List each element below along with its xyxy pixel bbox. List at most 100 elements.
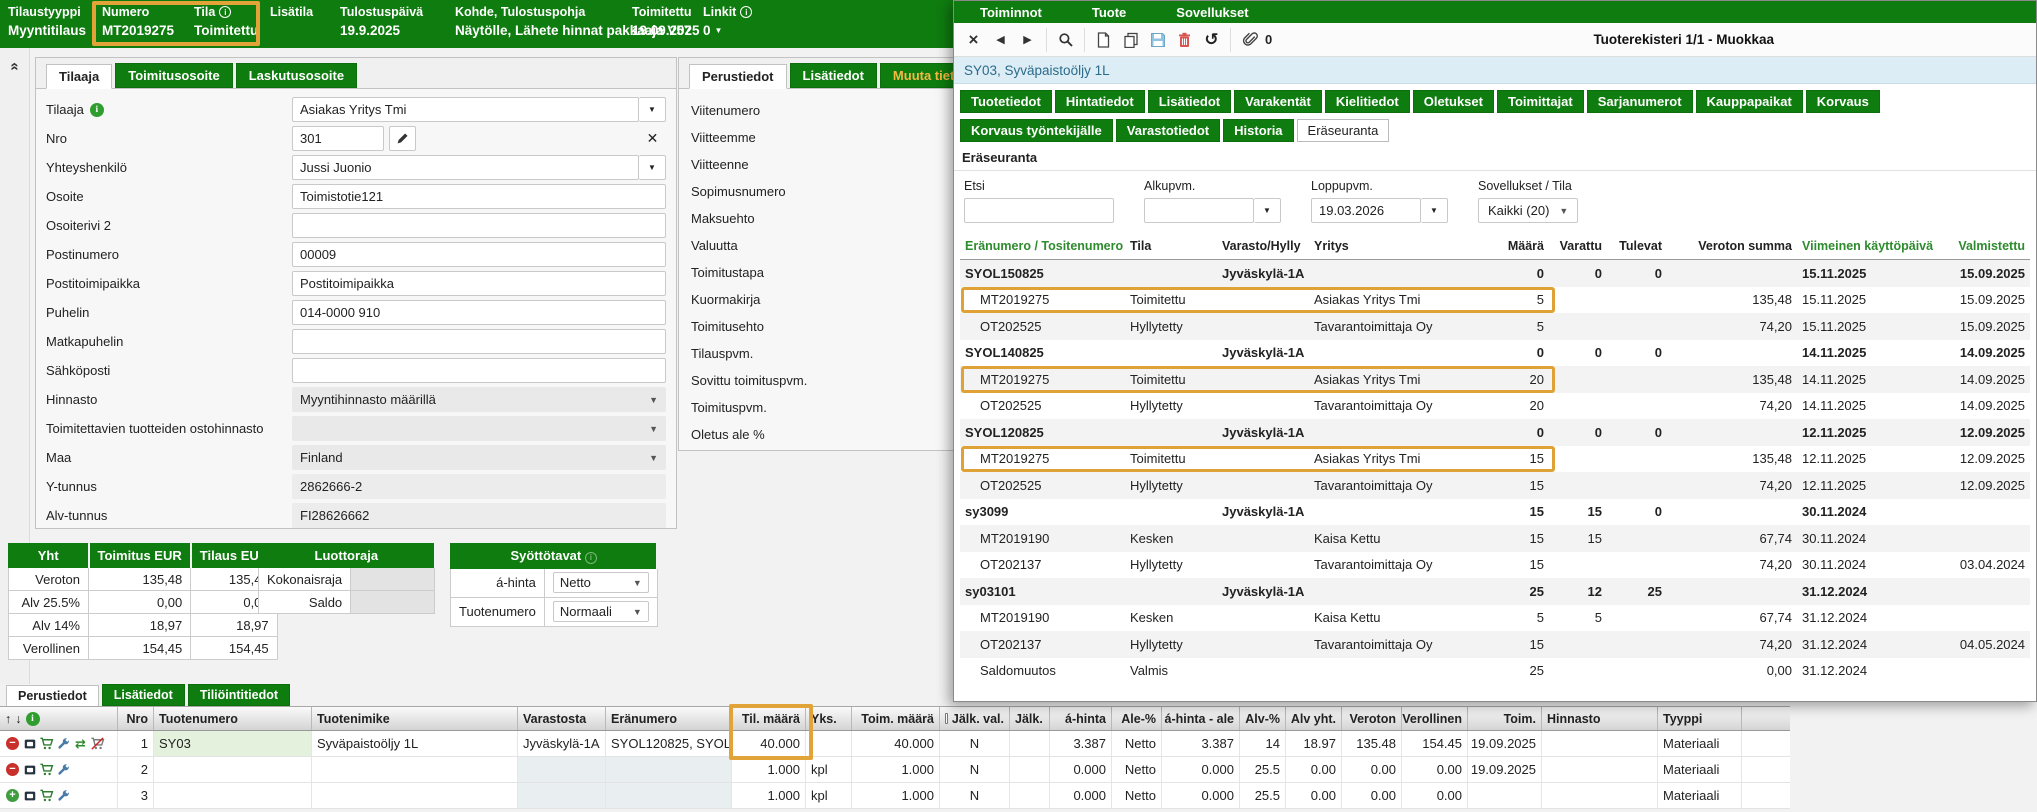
order-line-row[interactable]: +31.000kpl1.000N0.000Netto0.00025.50.000…	[0, 783, 1790, 809]
undo-icon[interactable]: ↺	[1198, 27, 1225, 53]
wrench-icon[interactable]	[56, 788, 71, 803]
era-row[interactable]: MT2019190KeskenKaisa Kettu151567,7430.11…	[960, 525, 2030, 552]
era-row[interactable]: SaldomuutosValmis250,0031.12.2024	[960, 658, 2030, 685]
product-info-bar[interactable]: SY03, Syväpaistoöljy 1L	[954, 57, 2036, 84]
minus-circle-icon[interactable]: −	[5, 762, 20, 777]
lines-column-header-yks[interactable]: Yks.	[806, 707, 852, 730]
tab-er-seuranta[interactable]: Eräseuranta	[1297, 119, 1390, 142]
tab-oletukset[interactable]: Oletukset	[1413, 90, 1494, 113]
yhteyshenkilo-combobox[interactable]: Jussi Juonio	[292, 155, 639, 180]
lines-column-header-tyyppi[interactable]: Tyyppi	[1658, 707, 1742, 730]
lines-column-header-a_hinta[interactable]: á-hinta	[1050, 707, 1112, 730]
lines-column-header-verollinen[interactable]: Verollinen	[1402, 707, 1468, 730]
lines-column-header-tuotenumero[interactable]: Tuotenumero	[154, 707, 312, 730]
save-icon[interactable]	[1144, 27, 1171, 53]
tab-laskutusosoite[interactable]: Laskutusosoite	[236, 63, 357, 88]
order-line-row[interactable]: −21.000kpl1.000N0.000Netto0.00025.50.000…	[0, 757, 1790, 783]
select-all-checkbox[interactable]	[945, 713, 948, 724]
tab-tuotetiedot[interactable]: Tuotetiedot	[960, 90, 1052, 113]
nav-back-icon[interactable]: ◀	[987, 27, 1014, 53]
chevron-down-icon[interactable]: ▼	[1421, 198, 1448, 223]
start-date-input[interactable]	[1144, 198, 1254, 223]
era-row[interactable]: SYOL140825Jyväskylä-1A00014.11.202514.09…	[960, 340, 2030, 367]
no-delivery-icon[interactable]	[90, 736, 105, 751]
chevron-down-icon[interactable]: ▼	[1254, 198, 1281, 223]
info-icon[interactable]: i	[90, 103, 104, 117]
era-column-header[interactable]: Eränumero / Tositenumero	[960, 239, 1125, 253]
lines-column-header-alv[interactable]: Alv-%	[1240, 707, 1286, 730]
lines-column-header-icons[interactable]: ↑↓i	[0, 707, 118, 730]
tab-tilaaja[interactable]: Tilaaja	[46, 64, 112, 89]
lines-column-header-hinnasto[interactable]: Hinnasto	[1542, 707, 1658, 730]
nro-input[interactable]: 301	[292, 126, 384, 151]
tab-varakent-t[interactable]: Varakentät	[1234, 90, 1322, 113]
cart-icon[interactable]	[39, 788, 54, 803]
a-hinta-select[interactable]: Netto ▼	[553, 572, 649, 593]
era-row[interactable]: OT202525HyllytettyTavarantoimittaja Oy57…	[960, 313, 2030, 340]
sort-up-icon[interactable]: ↑	[5, 712, 11, 726]
lines-column-header-til_maara[interactable]: Til. määrä	[732, 707, 806, 730]
chevron-down-icon[interactable]: ▼	[639, 155, 666, 180]
product-box-icon[interactable]	[22, 788, 37, 803]
lines-column-header-ale[interactable]: Ale-%	[1112, 707, 1162, 730]
tilaaja-combobox[interactable]: Asiakas Yritys Tmi	[292, 97, 639, 122]
era-row[interactable]: OT202525HyllytettyTavarantoimittaja Oy15…	[960, 472, 2030, 499]
tab-kielitiedot[interactable]: Kielitiedot	[1325, 90, 1410, 113]
tab-toimitusosoite[interactable]: Toimitusosoite	[115, 63, 232, 88]
lines-column-header-toim_maara[interactable]: Toim. määrä	[852, 707, 940, 730]
tab-lisatiedot[interactable]: Lisätiedot	[790, 63, 877, 88]
osoiterivi2-input[interactable]	[292, 213, 666, 238]
info-icon[interactable]: i	[219, 6, 231, 18]
postitoimipaikka-input[interactable]: Postitoimipaikka	[292, 271, 666, 296]
matkapuhelin-input[interactable]	[292, 329, 666, 354]
puhelin-input[interactable]: 014-0000 910	[292, 300, 666, 325]
clear-icon[interactable]: ✕	[639, 126, 666, 151]
tuotenumero-select[interactable]: Normaali ▼	[553, 601, 649, 622]
tab-hintatiedot[interactable]: Hintatiedot	[1055, 90, 1145, 113]
osoite-input[interactable]: Toimistotie121	[292, 184, 666, 209]
era-column-header[interactable]: Viimeinen käyttöpäivä	[1797, 239, 1937, 253]
close-icon[interactable]: ×	[960, 27, 987, 53]
lines-column-header-nro[interactable]: Nro	[118, 707, 154, 730]
era-row[interactable]: SYOL120825Jyväskylä-1A00012.11.202512.09…	[960, 419, 2030, 446]
postinumero-input[interactable]: 00009	[292, 242, 666, 267]
lines-column-header-tuotenimike[interactable]: Tuotenimike	[312, 707, 518, 730]
lines-column-header-toim[interactable]: Toim.	[1468, 707, 1542, 730]
tab-korvaus[interactable]: Korvaus	[1806, 90, 1880, 113]
era-row[interactable]: SYOL150825Jyväskylä-1A00015.11.202515.09…	[960, 260, 2030, 287]
tab-lines-tiliointitiedot[interactable]: Tiliöintitiedot	[188, 684, 290, 706]
tab-varastotiedot[interactable]: Varastotiedot	[1116, 119, 1220, 142]
tab-lis-tiedot[interactable]: Lisätiedot	[1148, 90, 1231, 113]
lines-column-header-varastosta[interactable]: Varastosta	[518, 707, 606, 730]
copy-icon[interactable]	[1117, 27, 1144, 53]
era-row[interactable]: MT2019275ToimitettuAsiakas Yritys Tmi513…	[960, 287, 2030, 314]
tab-sarjanumerot[interactable]: Sarjanumerot	[1587, 90, 1693, 113]
hinnasto-select[interactable]: Myyntihinnasto määrillä ▼	[292, 387, 666, 412]
minus-circle-icon[interactable]: −	[5, 736, 20, 751]
search-icon[interactable]	[1052, 27, 1079, 53]
paperclip-icon[interactable]	[1236, 27, 1263, 53]
era-row[interactable]: MT2019190KeskenKaisa Kettu5567,7431.12.2…	[960, 605, 2030, 632]
ostohinnasto-select[interactable]: ▼	[292, 416, 666, 441]
cart-icon[interactable]	[39, 762, 54, 777]
delete-icon[interactable]	[1171, 27, 1198, 53]
plus-circle-icon[interactable]: +	[5, 788, 20, 803]
lines-column-header-alv_yht[interactable]: Alv yht.	[1286, 707, 1342, 730]
end-date-input[interactable]: 19.03.2026	[1311, 198, 1421, 223]
product-box-icon[interactable]	[22, 762, 37, 777]
tab-korvaus-ty-ntekij-lle[interactable]: Korvaus työntekijälle	[960, 119, 1113, 142]
lines-column-header-eranumero[interactable]: Eränumero	[606, 707, 732, 730]
status-filter-select[interactable]: Kaikki (20) ▼	[1478, 198, 1578, 223]
era-column-header[interactable]: Valmistettu	[1937, 239, 2030, 253]
lines-column-header-jalk_val[interactable]: Jälk. val.	[940, 707, 1010, 730]
lines-column-header-veroton[interactable]: Veroton	[1342, 707, 1402, 730]
cart-icon[interactable]	[39, 736, 54, 751]
lines-column-header-jalk[interactable]: Jälk.	[1010, 707, 1050, 730]
lines-column-header-a_hinta_ale[interactable]: á-hinta - ale	[1162, 707, 1240, 730]
tab-historia[interactable]: Historia	[1223, 119, 1293, 142]
era-row[interactable]: MT2019275ToimitettuAsiakas Yritys Tmi201…	[960, 366, 2030, 393]
sort-down-icon[interactable]: ↓	[15, 712, 21, 726]
menu-tuote[interactable]: Tuote	[1092, 5, 1126, 20]
era-row[interactable]: OT202525HyllytettyTavarantoimittaja Oy20…	[960, 393, 2030, 420]
tab-lines-lisatiedot[interactable]: Lisätiedot	[102, 684, 185, 706]
